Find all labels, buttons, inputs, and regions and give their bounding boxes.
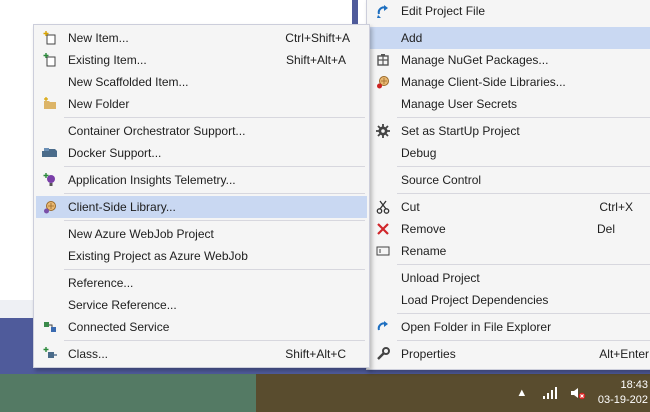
menu-separator xyxy=(64,340,365,341)
menu-separator xyxy=(397,166,650,167)
menu-item-new-folder[interactable]: New Folder xyxy=(36,93,367,115)
menu-item-class[interactable]: Class... Shift+Alt+C xyxy=(36,343,367,365)
clock[interactable]: 18:43 03-19-202 xyxy=(598,378,650,408)
scissors-icon xyxy=(369,196,397,218)
menu-item-client-side-library[interactable]: Client-Side Library... xyxy=(36,196,367,218)
menu-item-load-dependencies[interactable]: Load Project Dependencies xyxy=(369,289,650,311)
volume-muted-icon[interactable] xyxy=(569,386,587,400)
clock-time: 18:43 xyxy=(620,379,648,391)
new-item-icon xyxy=(36,27,64,49)
menu-item-unload-project[interactable]: Unload Project xyxy=(369,267,650,289)
menu-item-add[interactable]: Add xyxy=(369,27,650,49)
add-submenu: New Item... Ctrl+Shift+A Existing Item..… xyxy=(33,24,370,368)
nuget-icon xyxy=(369,49,397,71)
menu-item-debug[interactable]: Debug xyxy=(369,142,650,164)
gear-icon xyxy=(369,120,397,142)
menu-item-set-startup[interactable]: Set as StartUp Project xyxy=(369,120,650,142)
menu-separator xyxy=(397,313,650,314)
menu-item-properties[interactable]: Properties Alt+Enter xyxy=(369,343,650,365)
ide-edge xyxy=(352,0,358,25)
menu-item-new-azure-webjob[interactable]: New Azure WebJob Project xyxy=(36,223,367,245)
menu-separator xyxy=(397,264,650,265)
menu-item-source-control[interactable]: Source Control xyxy=(369,169,650,191)
menu-item-container-orchestrator[interactable]: Container Orchestrator Support... xyxy=(36,120,367,142)
open-folder-icon xyxy=(369,316,397,338)
library-icon xyxy=(369,71,397,93)
menu-separator xyxy=(64,117,365,118)
menu-item-new-scaffolded-item[interactable]: New Scaffolded Item... xyxy=(36,71,367,93)
menu-item-rename[interactable]: Rename xyxy=(369,240,650,262)
project-context-menu: Edit Project File Add Manage NuGet Packa… xyxy=(366,0,650,370)
chevron-up-icon[interactable]: ▲ xyxy=(513,386,531,400)
menu-item-existing-azure-webjob[interactable]: Existing Project as Azure WebJob xyxy=(36,245,367,267)
insights-icon xyxy=(36,169,64,191)
menu-item-manage-user-secrets[interactable]: Manage User Secrets xyxy=(369,93,650,115)
menu-item-service-reference[interactable]: Service Reference... xyxy=(36,294,367,316)
menu-item-remove[interactable]: Remove Del xyxy=(369,218,650,240)
menu-item-app-insights[interactable]: Application Insights Telemetry... xyxy=(36,169,367,191)
network-icon[interactable] xyxy=(541,386,559,400)
menu-item-manage-nuget[interactable]: Manage NuGet Packages... xyxy=(369,49,650,71)
menu-item-manage-client-libraries[interactable]: Manage Client-Side Libraries... xyxy=(369,71,650,93)
menu-separator xyxy=(64,166,365,167)
menu-separator xyxy=(64,269,365,270)
existing-item-icon xyxy=(36,49,64,71)
menu-separator xyxy=(397,340,650,341)
folder-icon xyxy=(36,93,64,115)
rename-icon xyxy=(369,240,397,262)
menu-item-connected-service[interactable]: Connected Service xyxy=(36,316,367,338)
remove-icon xyxy=(369,218,397,240)
menu-item-edit-project-file[interactable]: Edit Project File xyxy=(369,0,650,22)
menu-item-open-folder[interactable]: Open Folder in File Explorer xyxy=(369,316,650,338)
menu-item-reference[interactable]: Reference... xyxy=(36,272,367,294)
clock-date: 03-19-202 xyxy=(597,394,648,406)
menu-item-docker-support[interactable]: Docker Support... xyxy=(36,142,367,164)
menu-item-existing-item[interactable]: Existing Item... Shift+Alt+A xyxy=(36,49,367,71)
menu-item-cut[interactable]: Cut Ctrl+X xyxy=(369,196,650,218)
connected-service-icon xyxy=(36,316,64,338)
docker-icon xyxy=(36,142,64,164)
wrench-icon xyxy=(369,343,397,365)
library-icon xyxy=(36,196,64,218)
system-tray: ▲ 18:43 03-19-202 xyxy=(508,374,650,412)
class-icon xyxy=(36,343,64,365)
menu-separator xyxy=(64,220,365,221)
menu-separator xyxy=(397,117,650,118)
menu-separator xyxy=(64,193,365,194)
menu-separator xyxy=(397,193,650,194)
menu-item-new-item[interactable]: New Item... Ctrl+Shift+A xyxy=(36,27,367,49)
edit-project-icon xyxy=(369,0,397,22)
